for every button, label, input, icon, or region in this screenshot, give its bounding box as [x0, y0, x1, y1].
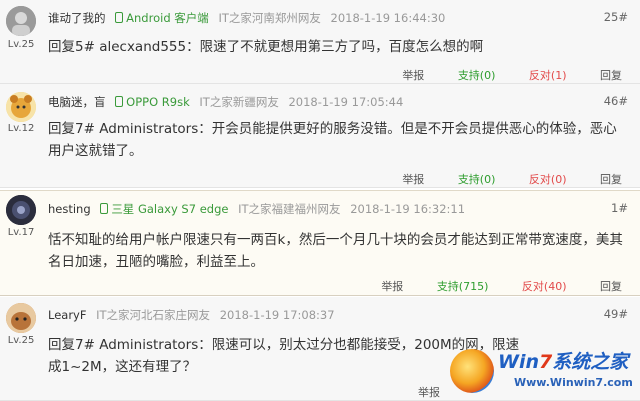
comment-actions: 举报 支持(0) 反对(0) 回复: [372, 171, 622, 187]
comment-item: Lv.25 谁动了我的 Android 客户端 IT之家河南郑州网友 2018-…: [0, 0, 640, 84]
support-button[interactable]: 支持(715): [437, 280, 489, 293]
comment-meta: 电脑迷，盲 OPPO R9sk IT之家新疆网友 2018-1-19 17:05…: [48, 94, 403, 110]
user-level: Lv.17: [7, 227, 35, 238]
comment-item-hot: Lv.17 hesting 三星 Galaxy S7 edge IT之家福建福州…: [0, 190, 640, 296]
device-tag: 三星 Galaxy S7 edge: [100, 202, 228, 216]
oppose-button[interactable]: 反对(0): [529, 173, 567, 186]
timestamp: 2018-1-19 17:05:44: [288, 95, 404, 109]
reply-button[interactable]: 回复: [600, 69, 622, 82]
user-level: Lv.25: [7, 39, 35, 50]
user-level: Lv.12: [7, 123, 35, 134]
avatar-image: [6, 92, 36, 122]
comment-actions: 举报 支持(715) 反对(40) 回复: [351, 278, 622, 294]
reply-button[interactable]: 回复: [600, 280, 622, 293]
site-watermark: Win7系统之家 Www.Winwin7.com: [444, 345, 640, 401]
device-name: OPPO R9sk: [126, 95, 190, 109]
timestamp: 2018-1-19 16:32:11: [350, 202, 466, 216]
watermark-title-cn: 系统之家: [552, 351, 629, 373]
avatar-image: [6, 6, 36, 36]
device-name: Android 客户端: [126, 11, 209, 25]
report-button[interactable]: 举报: [418, 386, 440, 399]
floor-number: 1#: [611, 201, 628, 215]
device-tag: OPPO R9sk: [115, 95, 190, 109]
report-button[interactable]: 举报: [381, 280, 403, 293]
username[interactable]: LearyF: [48, 308, 86, 322]
comment-text: 恬不知耻的给用户帐户限速只有一两百k，然后一个月几十块的会员才能达到正常带宽速度…: [48, 232, 623, 270]
watermark-title-win: Win: [498, 351, 539, 373]
floor-number: 46#: [603, 94, 628, 108]
comment-meta: LearyF IT之家河北石家庄网友 2018-1-19 17:08:37: [48, 307, 335, 323]
watermark-title-seven: 7: [539, 351, 553, 373]
comment-text: 回复5# alecxand555：限速了不就更想用第三方了吗，百度怎么想的啊: [48, 39, 484, 55]
phone-icon: [100, 203, 109, 214]
location: IT之家新疆网友: [199, 95, 279, 109]
watermark-title: Win7系统之家: [498, 347, 628, 374]
location: IT之家福建福州网友: [238, 202, 341, 216]
username[interactable]: 谁动了我的: [48, 11, 106, 25]
floor-number: 49#: [603, 307, 628, 321]
report-button[interactable]: 举报: [402, 69, 424, 82]
avatar[interactable]: [6, 6, 36, 36]
watermark-url: Www.Winwin7.com: [514, 376, 633, 389]
device-name: 三星 Galaxy S7 edge: [111, 202, 229, 216]
phone-icon: [115, 12, 124, 23]
report-button[interactable]: 举报: [402, 173, 424, 186]
avatar[interactable]: [6, 92, 36, 122]
comment-meta: 谁动了我的 Android 客户端 IT之家河南郑州网友 2018-1-19 1…: [48, 10, 445, 26]
avatar[interactable]: [6, 303, 36, 333]
device-tag: Android 客户端: [115, 11, 209, 25]
phone-icon: [115, 96, 124, 107]
comment-actions: 举报: [388, 384, 440, 400]
oppose-button[interactable]: 反对(40): [522, 280, 567, 293]
floor-number: 25#: [603, 10, 628, 24]
comment-item: Lv.12 电脑迷，盲 OPPO R9sk IT之家新疆网友 2018-1-19…: [0, 84, 640, 188]
support-button[interactable]: 支持(0): [458, 173, 496, 186]
comment-meta: hesting 三星 Galaxy S7 edge IT之家福建福州网友 201…: [48, 201, 465, 217]
reply-button[interactable]: 回复: [600, 173, 622, 186]
comment-actions: 举报 支持(0) 反对(1) 回复: [372, 67, 622, 83]
avatar[interactable]: [6, 195, 36, 225]
location: IT之家河北石家庄网友: [96, 308, 211, 322]
avatar-image: [6, 303, 36, 333]
timestamp: 2018-1-19 17:08:37: [219, 308, 335, 322]
avatar-image: [6, 195, 36, 225]
location: IT之家河南郑州网友: [218, 11, 321, 25]
timestamp: 2018-1-19 16:44:30: [330, 11, 446, 25]
comment-text: 回复7# Administrators：开会员能提供更好的服务没错。但是不开会员…: [48, 121, 617, 159]
username[interactable]: 电脑迷，盲: [48, 95, 106, 109]
username[interactable]: hesting: [48, 202, 91, 216]
support-button[interactable]: 支持(0): [458, 69, 496, 82]
user-level: Lv.25: [7, 335, 35, 346]
windows-logo-icon: [450, 349, 494, 393]
oppose-button[interactable]: 反对(1): [529, 69, 567, 82]
